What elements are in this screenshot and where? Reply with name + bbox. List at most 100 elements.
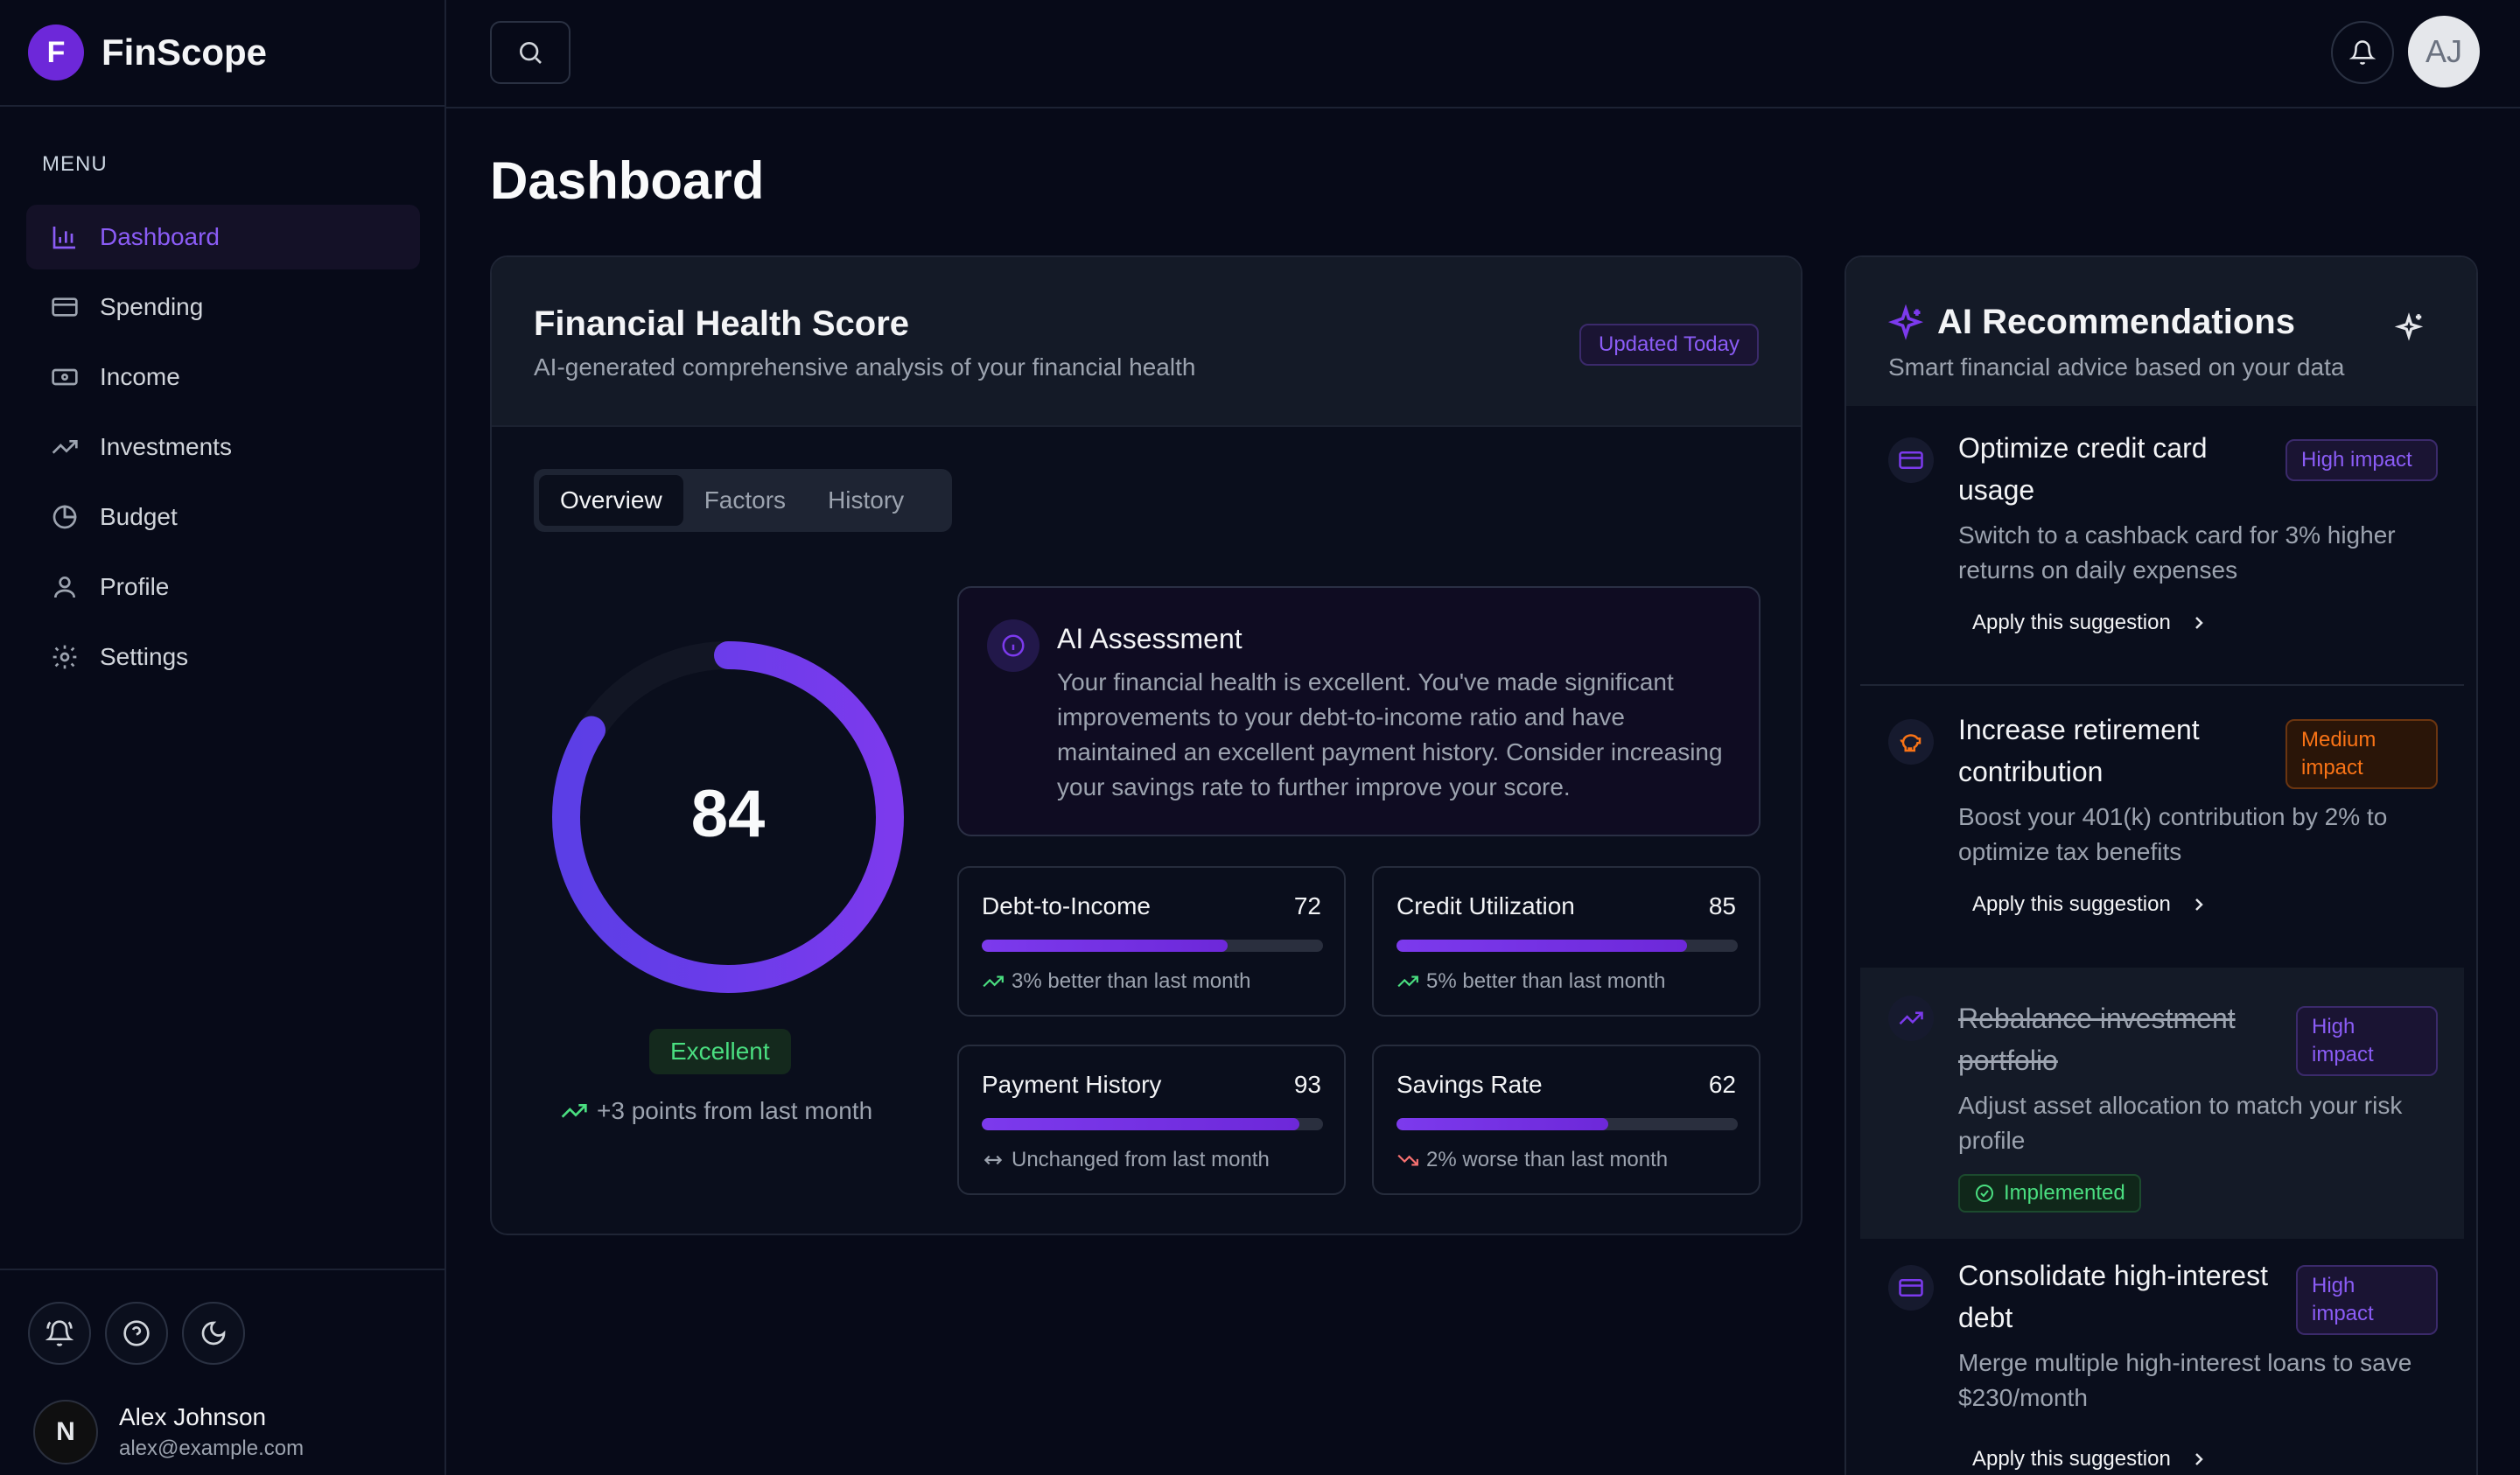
user-avatar-button[interactable]: AJ (2408, 16, 2480, 87)
user-profile[interactable]: N Alex Johnson alex@example.com (33, 1400, 304, 1465)
chevron-right-icon (2194, 898, 2203, 911)
metric-progress-fill (1396, 1118, 1608, 1130)
sidebar-nav: Dashboard Spending Income Investments Bu… (26, 205, 420, 695)
score-gauge: 84 (552, 641, 904, 993)
avatar: N (33, 1400, 98, 1465)
apply-suggestion-button[interactable]: Apply this suggestion (1972, 892, 2209, 917)
banknote-icon (52, 368, 78, 386)
menu-heading: MENU (42, 152, 108, 176)
search-icon (520, 42, 542, 64)
recommendation-item: Consolidate high-interest debt High impa… (1860, 1248, 2464, 1475)
recommendation-title: Consolidate high-interest debt (1958, 1260, 2268, 1333)
metric-trend-text: 5% better than last month (1426, 969, 1666, 993)
sidebar-item-income[interactable]: Income (26, 345, 420, 409)
recommendation-title: Optimize credit card usage (1958, 432, 2208, 506)
recommendation-description: Adjust asset allocation to match your ri… (1958, 1092, 2403, 1154)
bar-chart-icon (52, 227, 75, 249)
metric-progress-fill (1396, 940, 1687, 952)
trending-up-icon (983, 975, 1004, 988)
apply-suggestion-label: Apply this suggestion (1972, 611, 2171, 634)
metric-card: Payment History 93 Unchanged from last m… (957, 1045, 1346, 1195)
trending-up-icon (561, 1104, 587, 1118)
apply-suggestion-label: Apply this suggestion (1972, 892, 2171, 916)
metric-trend: 2% worse than last month (1396, 1148, 1668, 1172)
apply-suggestion-button[interactable]: Apply this suggestion (1972, 1447, 2209, 1472)
card-subtitle: Smart financial advice based on your dat… (1888, 353, 2345, 381)
ai-recommendations-card: AI Recommendations Smart financial advic… (1844, 255, 2478, 1475)
tab-factors[interactable]: Factors (683, 475, 807, 526)
user-info: Alex Johnson alex@example.com (119, 1403, 304, 1461)
help-button[interactable] (105, 1302, 168, 1365)
recommendation-description: Switch to a cashback card for 3% higher … (1958, 521, 2396, 584)
help-circle-icon (123, 1320, 150, 1346)
piggy-bank-icon (1888, 719, 1934, 765)
tab-history[interactable]: History (807, 475, 925, 526)
sidebar-item-investments[interactable]: Investments (26, 415, 420, 479)
chevron-right-icon (2194, 1453, 2203, 1465)
user-icon (54, 577, 75, 598)
metric-name: Debt-to-Income (982, 892, 1151, 919)
sidebar-quick-actions (28, 1302, 245, 1365)
sidebar-item-label: Dashboard (100, 223, 220, 250)
search-button[interactable] (490, 21, 570, 84)
metric-card: Savings Rate 62 2% worse than last month (1372, 1045, 1760, 1195)
apply-suggestion-label: Apply this suggestion (1972, 1447, 2171, 1471)
sidebar-item-spending[interactable]: Spending (26, 275, 420, 339)
assessment-title: AI Assessment (1057, 623, 1242, 654)
impact-badge: High impact (2286, 439, 2438, 481)
sidebar-item-dashboard[interactable]: Dashboard (26, 205, 420, 269)
info-icon (987, 619, 1040, 672)
metric-trend: 3% better than last month (982, 969, 1251, 994)
metric-progress-fill (982, 1118, 1299, 1130)
check-circle-icon (1976, 1185, 1993, 1202)
impact-badge: High impact (2296, 1265, 2438, 1335)
user-email: alex@example.com (119, 1437, 304, 1460)
impact-badge: High impact (2296, 1006, 2438, 1076)
metric-progress-bar (1396, 1118, 1738, 1130)
metric-name: Credit Utilization (1396, 892, 1575, 919)
metric-value: 85 (1708, 892, 1736, 919)
updated-badge: Updated Today (1578, 324, 1759, 366)
score-tabs: Overview Factors History (534, 469, 952, 532)
sidebar-footer: N Alex Johnson alex@example.com (0, 1269, 444, 1475)
card-title: AI Recommendations (1937, 303, 2295, 341)
theme-toggle-button[interactable] (182, 1302, 245, 1365)
metric-trend-text: 3% better than last month (1012, 969, 1251, 993)
brand-logo: F (28, 24, 84, 80)
metric-card: Debt-to-Income 72 3% better than last mo… (957, 866, 1346, 1017)
chevron-right-icon (2194, 617, 2203, 629)
sparkles-icon (1887, 304, 1924, 340)
apply-suggestion-button[interactable]: Apply this suggestion (1972, 611, 2209, 635)
sidebar-item-label: Profile (100, 573, 170, 600)
credit-card-icon (1888, 437, 1934, 483)
recommendation-item: Rebalance investment portfolio High impa… (1860, 968, 2464, 1239)
notifications-button[interactable] (28, 1302, 91, 1365)
notification-bell-button[interactable] (2331, 21, 2394, 84)
bell-ring-icon (46, 1320, 74, 1346)
sidebar-item-label: Settings (100, 643, 189, 670)
trending-up-icon (1397, 975, 1418, 988)
bell-icon (2349, 40, 2376, 65)
implemented-label: Implemented (2004, 1181, 2125, 1205)
sidebar: F FinScope MENU Dashboard Spending Incom… (0, 0, 446, 1475)
moon-icon (201, 1321, 226, 1346)
score-change: +3 points from last month (560, 1097, 872, 1125)
score-rating-badge: Excellent (649, 1029, 791, 1074)
sidebar-item-profile[interactable]: Profile (26, 555, 420, 619)
metric-progress-bar (982, 1118, 1323, 1130)
gear-icon (52, 645, 77, 669)
tab-overview[interactable]: Overview (539, 475, 683, 526)
sidebar-item-settings[interactable]: Settings (26, 625, 420, 689)
metric-value: 62 (1708, 1071, 1736, 1098)
metric-trend-text: Unchanged from last month (1012, 1148, 1270, 1171)
sidebar-item-label: Spending (100, 293, 204, 320)
sidebar-item-label: Income (100, 363, 180, 390)
brand[interactable]: F FinScope (0, 0, 444, 107)
metric-trend-text: 2% worse than last month (1426, 1148, 1669, 1171)
credit-card-icon (1888, 1265, 1934, 1311)
sidebar-item-label: Budget (100, 503, 178, 530)
metric-trend: 5% better than last month (1396, 969, 1666, 994)
sidebar-item-budget[interactable]: Budget (26, 485, 420, 549)
page-title: Dashboard (490, 151, 765, 210)
sparkles-button-icon[interactable] (2392, 311, 2426, 345)
